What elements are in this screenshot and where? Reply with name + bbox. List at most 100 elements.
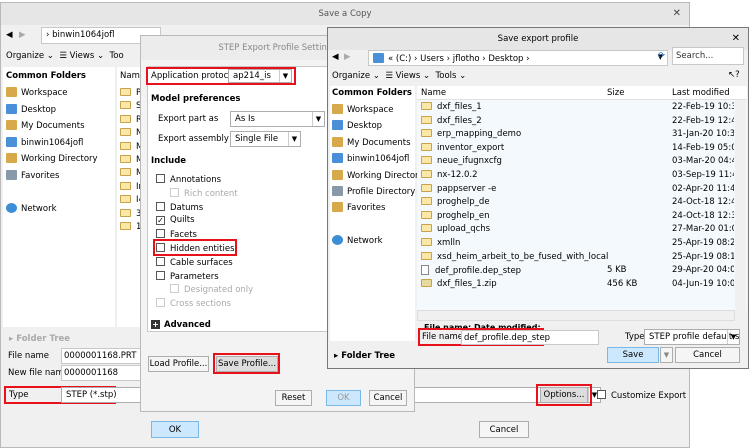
new-file-name-field[interactable]: 0000001168	[61, 365, 146, 381]
file-row-name[interactable]: proghelp_de	[421, 197, 490, 207]
column-header-size[interactable]: Size	[607, 88, 624, 98]
checkbox-parameters[interactable]: Parameters	[156, 270, 219, 282]
list-item[interactable]: S	[120, 101, 141, 111]
checkbox-quilts[interactable]: ✓ Quilts	[156, 215, 195, 226]
sidebar-item[interactable]: Working Directory	[332, 169, 424, 181]
sidebar-item-network[interactable]: Network	[6, 203, 57, 214]
file-row-name[interactable]: upload_qchs	[421, 224, 490, 234]
path-segment[interactable]: binwin1064jofl	[52, 30, 114, 40]
column-header-name[interactable]: Name	[421, 88, 446, 98]
tools-menu[interactable]: Too	[110, 51, 124, 61]
folder-icon	[6, 170, 17, 180]
toolbar: Organize ⌄ ☰ Views ⌄ Tools ⌄	[332, 71, 466, 81]
folder-icon	[6, 136, 17, 147]
checkbox-cross-sections[interactable]: Cross sections	[156, 298, 231, 309]
type-select[interactable]: STEP profile default s ▼	[644, 329, 740, 345]
customize-export-checkbox[interactable]: Customize Export	[597, 390, 686, 401]
checkbox-datums[interactable]: Datums	[156, 201, 203, 213]
save-button[interactable]: Save	[607, 347, 659, 363]
file-row-name[interactable]: pappserver -e	[421, 183, 496, 194]
folder-icon	[120, 155, 131, 163]
list-item[interactable]: R	[120, 114, 142, 125]
file-row-name[interactable]: dxf_files_1.zip	[421, 278, 497, 289]
sidebar-item[interactable]: My Documents	[332, 136, 411, 148]
views-menu[interactable]: ☰ Views ⌄	[385, 71, 430, 81]
sidebar-item-network[interactable]: Network	[332, 235, 383, 246]
file-row-name[interactable]: erp_mapping_demo	[421, 129, 521, 139]
back-icon[interactable]: ◀	[6, 30, 13, 40]
export-assembly-select[interactable]: Single File ▼	[230, 131, 301, 147]
settings-panel: Application protocol ap214_is ▼ Model pre…	[146, 66, 332, 332]
folder-tree-toggle[interactable]: ▸ Folder Tree	[334, 351, 396, 361]
help-cursor-icon[interactable]: ↖?	[728, 70, 740, 80]
file-row-name[interactable]: xmlln	[421, 238, 460, 248]
file-row-name[interactable]: neue_ifugnxcfg	[421, 156, 502, 166]
file-row-name[interactable]: xsd_heim_arbeit_to_be_fused_with_local	[421, 251, 608, 262]
reset-button[interactable]: Reset	[275, 390, 312, 406]
sidebar-item[interactable]: Desktop	[6, 103, 56, 115]
file-row-name[interactable]: proghelp_en	[421, 210, 490, 221]
forward-icon[interactable]: ▶	[344, 52, 351, 62]
horizontal-scrollbar[interactable]	[417, 310, 735, 321]
checkbox-rich-content[interactable]: Rich content	[170, 187, 238, 199]
load-profile-button[interactable]: Load Profile...	[148, 356, 209, 372]
sidebar-item[interactable]: My Documents	[6, 120, 85, 131]
sidebar-item[interactable]: Favorites	[6, 170, 59, 181]
file-row-name[interactable]: inventor_export	[421, 142, 504, 153]
ok-button[interactable]: OK	[326, 390, 361, 406]
cancel-button[interactable]: Cancel	[479, 421, 529, 438]
folder-icon	[6, 87, 17, 97]
organize-menu[interactable]: Organize ⌄	[6, 51, 54, 61]
refresh-icon[interactable]: ⟳	[658, 51, 665, 61]
list-item[interactable]: P	[120, 88, 141, 98]
sidebar-item[interactable]: binwin1064jofl	[332, 153, 409, 164]
sidebar-item[interactable]: Favorites	[332, 202, 385, 213]
address-bar[interactable]: « (C:) › Users › jflotho › Desktop › ▼	[368, 50, 668, 66]
sidebar-item[interactable]: binwin1064jofl	[6, 136, 83, 148]
file-row-size: 5 KB	[607, 265, 627, 276]
file-row-name[interactable]: dxf_files_1	[421, 102, 482, 112]
file-row-name[interactable]: nx-12.0.2	[421, 170, 478, 180]
zip-icon	[421, 278, 432, 287]
close-icon[interactable]: ✕	[673, 3, 681, 25]
forward-icon[interactable]: ▶	[19, 30, 26, 40]
save-options-dropdown[interactable]: ▼	[660, 347, 673, 363]
file-name-field[interactable]: def_profile.dep_step	[461, 330, 599, 345]
back-icon[interactable]: ◀	[332, 52, 339, 62]
cancel-button[interactable]: Cancel	[675, 347, 740, 363]
organize-menu[interactable]: Organize ⌄	[332, 71, 380, 81]
file-icon	[421, 265, 429, 276]
tools-menu[interactable]: Tools ⌄	[436, 71, 467, 81]
views-menu[interactable]: ☰ Views ⌄	[59, 51, 104, 61]
search-input[interactable]: Search...	[672, 47, 744, 65]
cancel-button[interactable]: Cancel	[369, 390, 407, 406]
vertical-scrollbar[interactable]	[735, 100, 746, 310]
file-row-name[interactable]: def_profile.dep_step	[421, 265, 521, 276]
sidebar-item[interactable]: Workspace	[332, 104, 393, 115]
checkbox-designated-only[interactable]: Designated only	[170, 284, 253, 295]
list-item[interactable]: Ir	[120, 181, 142, 192]
export-part-select[interactable]: As Is ▼	[230, 111, 325, 127]
file-name-field[interactable]: 0000001168.PRT	[61, 348, 146, 364]
folder-icon	[421, 115, 432, 124]
network-icon	[332, 235, 343, 245]
list-item[interactable]: N	[120, 128, 142, 138]
sidebar-item[interactable]: Desktop	[332, 120, 382, 131]
column-header-last-modified[interactable]: Last modified	[672, 88, 730, 98]
folder-tree-toggle[interactable]: ▸ Folder Tree	[9, 334, 70, 344]
file-row-modified: 03-Sep-19 11:40:	[672, 170, 734, 180]
checkbox-annotations[interactable]: Annotations	[156, 174, 221, 185]
ok-button[interactable]: OK	[151, 421, 199, 438]
list-item[interactable]: 1	[120, 222, 141, 232]
sidebar-item[interactable]: Working Directory	[6, 153, 98, 164]
column-header-name[interactable]: Nam	[120, 71, 140, 81]
app-protocol-select[interactable]: ap214_is ▼	[228, 69, 292, 83]
file-row-modified: 04-Jun-19 10:07:	[672, 278, 734, 289]
checkbox-cable-surfaces[interactable]: Cable surfaces	[156, 256, 233, 268]
advanced-expander[interactable]: + Advanced	[151, 320, 211, 330]
file-row-name[interactable]: dxf_files_2	[421, 115, 482, 126]
folder-icon	[332, 202, 343, 213]
sidebar-item[interactable]: Profile Directory	[332, 186, 415, 197]
sidebar-item[interactable]: Workspace	[6, 87, 67, 98]
folder-icon	[120, 195, 131, 204]
